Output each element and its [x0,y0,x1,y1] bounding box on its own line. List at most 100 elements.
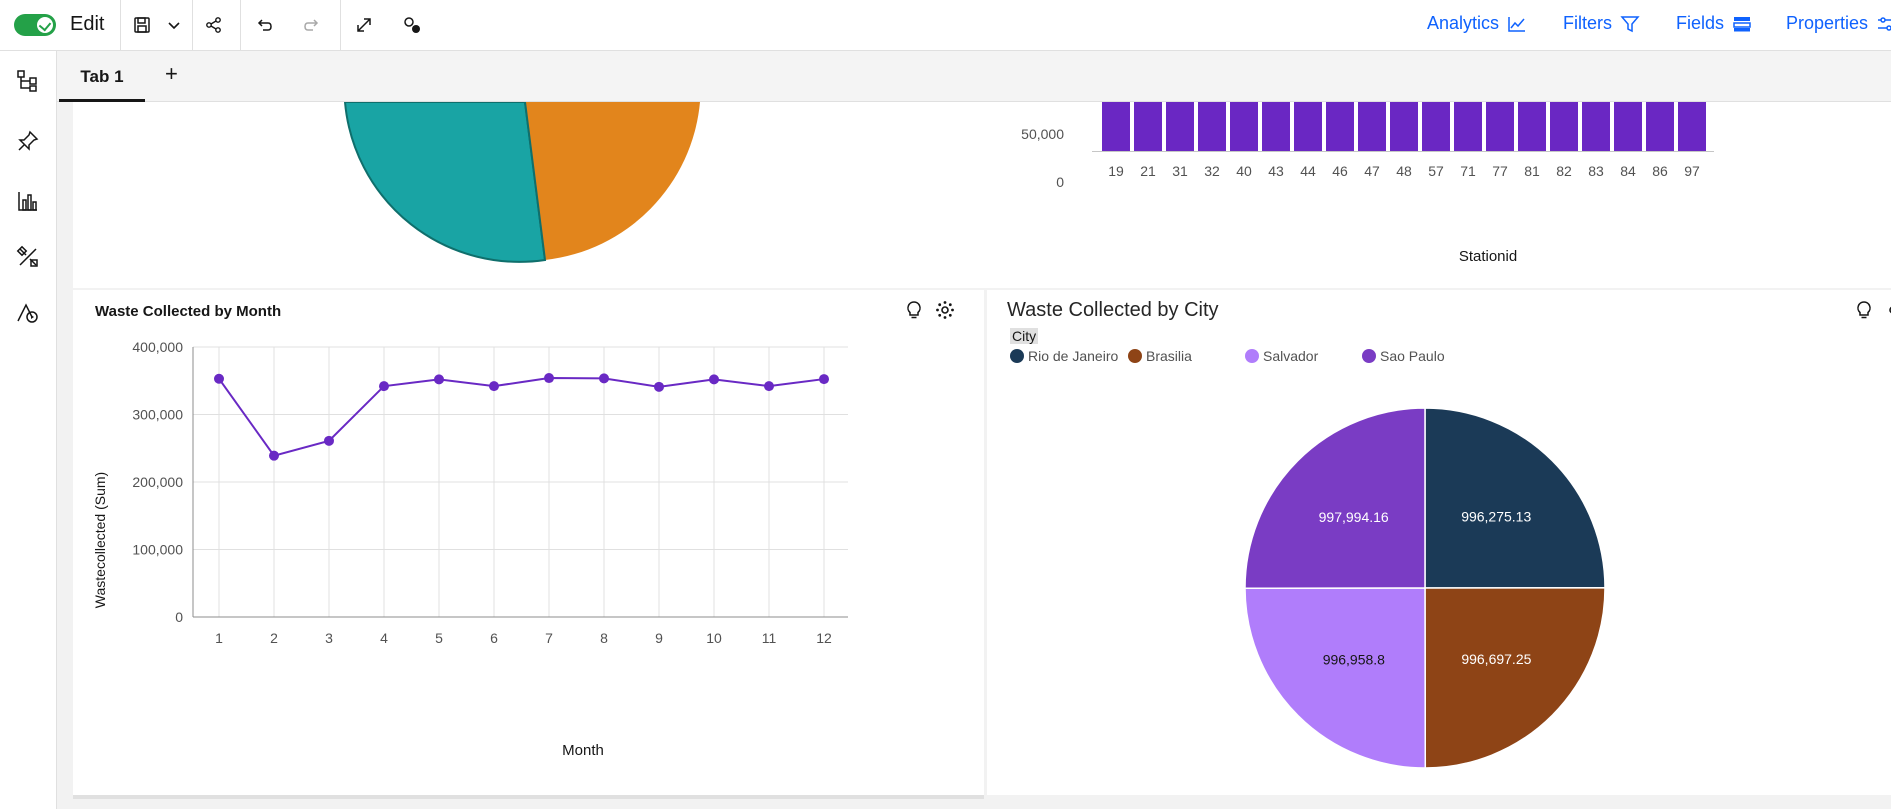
chevron-down-icon[interactable] [152,0,196,50]
panel-title: Waste Collected by Month [95,303,282,320]
data-point [434,374,444,385]
check-icon [37,17,53,33]
edit-mode-toggle[interactable] [14,14,56,36]
x-tick-label: 31 [1172,163,1188,179]
waste-by-city-panel[interactable]: Waste Collected by City City Rio de Jane… [987,290,1891,795]
x-axis-label: Stationid [1459,248,1517,265]
data-sources-icon[interactable] [12,65,44,97]
bar [1134,102,1162,151]
bar [1390,102,1418,151]
bar [1422,102,1450,151]
x-tick-label: 9 [655,630,663,646]
data-point [214,373,224,384]
y-tick-label: 100,000 [132,542,183,558]
series-line [218,377,825,457]
city-pie-chart: 996,275.13 996,697.25 996,958.8 997,994.16 [1244,407,1606,769]
pie-slice-teal [343,102,547,263]
tab-bar: Tab 1 + [57,51,1891,102]
data-point [709,374,719,385]
y-tick-label: 50,000 [1021,126,1064,142]
edit-mode-label: Edit [70,13,105,35]
data-point [379,381,389,392]
x-tick-label: 32 [1204,163,1220,179]
settings-adjust-icon [1878,16,1891,31]
add-tab-button[interactable]: + [165,61,178,87]
pie-slice [1424,587,1606,769]
x-tick-label: 47 [1364,163,1380,179]
top-toolbar: Edit Analytics Filters Fields Properties [0,0,1891,51]
lightbulb-icon[interactable] [905,300,923,325]
x-tick-label: 19 [1108,163,1124,179]
analytics-link[interactable]: Analytics [1427,13,1527,34]
pie-slice-orange [525,102,700,260]
data-point [819,374,829,385]
x-tick-label: 71 [1460,163,1476,179]
waste-by-month-panel[interactable]: Waste Collected by Month Wastecollected … [73,290,984,795]
x-tick-label: 81 [1524,163,1540,179]
station-bar-chart: 50,000 0 Stationid 19 21 31 32 40 43 44 46 47 48 5… [1021,102,1714,265]
x-tick-label: 86 [1652,163,1668,179]
x-tick-label: 11 [762,630,777,646]
bar [1294,102,1322,151]
filter-icon [1620,15,1640,32]
fullscreen-icon[interactable] [342,0,386,50]
top-right-bar-panel[interactable]: 50,000 0 Stationid 19 21 31 32 40 43 44 46 47 48 5… [982,102,1891,288]
visualization-settings-icon[interactable] [935,300,955,325]
data-point [599,373,609,384]
x-tick-label: 8 [600,630,608,646]
data-point [489,381,499,392]
fields-link[interactable]: Fields [1676,13,1752,34]
x-tick-label: 57 [1428,163,1444,179]
fields-icon [1733,16,1751,31]
x-tick-label: 40 [1236,163,1252,179]
undo-icon[interactable] [242,0,286,50]
top-left-pie-panel[interactable] [73,102,993,288]
redo-icon[interactable] [290,0,334,50]
pie-slice [1244,407,1426,590]
media-icon[interactable] [12,297,44,329]
x-tick-label: 46 [1332,163,1348,179]
x-tick-label: 7 [545,630,553,646]
y-tick-label: 0 [175,609,183,625]
properties-link[interactable]: Properties [1786,13,1891,34]
top-pie-chart [343,102,700,263]
x-tick-label: 2 [270,630,278,646]
x-tick-label: 77 [1492,163,1508,179]
x-tick-label: 82 [1556,163,1572,179]
bar [1326,102,1354,151]
filters-link[interactable]: Filters [1563,13,1640,34]
data-point [269,450,279,461]
tab-1[interactable]: Tab 1 [59,63,145,102]
x-tick-label: 43 [1268,163,1284,179]
bar [1358,102,1386,151]
bar [1518,102,1546,151]
data-point [654,381,664,392]
bar [1646,102,1674,151]
bar [1486,102,1514,151]
x-axis-label: Month [562,742,604,759]
share-icon[interactable] [192,0,236,50]
visualizations-icon[interactable] [12,185,44,217]
x-tick-label: 97 [1684,163,1700,179]
widgets-icon[interactable] [12,241,44,273]
bar [1582,102,1610,151]
bar [1454,102,1482,151]
x-tick-label: 1 [215,630,223,646]
x-tick-label: 83 [1588,163,1604,179]
slice-value-label: 996,958.8 [1323,651,1385,667]
y-tick-label: 300,000 [132,407,183,423]
bar [1198,102,1226,151]
analytics-icon [1508,16,1526,32]
bar [1678,102,1706,151]
pin-icon[interactable] [12,125,44,157]
assistant-icon[interactable] [390,0,434,50]
x-tick-label: 5 [435,630,443,646]
x-tick-label: 48 [1396,163,1412,179]
x-tick-label: 6 [490,630,498,646]
bar [1102,102,1130,151]
bar [1614,102,1642,151]
dashboard-canvas: 50,000 0 Stationid 19 21 31 32 40 43 44 46 47 48 5… [57,102,1891,809]
pie-slice [1424,407,1606,589]
slice-value-label: 996,697.25 [1461,651,1531,667]
left-rail [0,51,57,809]
